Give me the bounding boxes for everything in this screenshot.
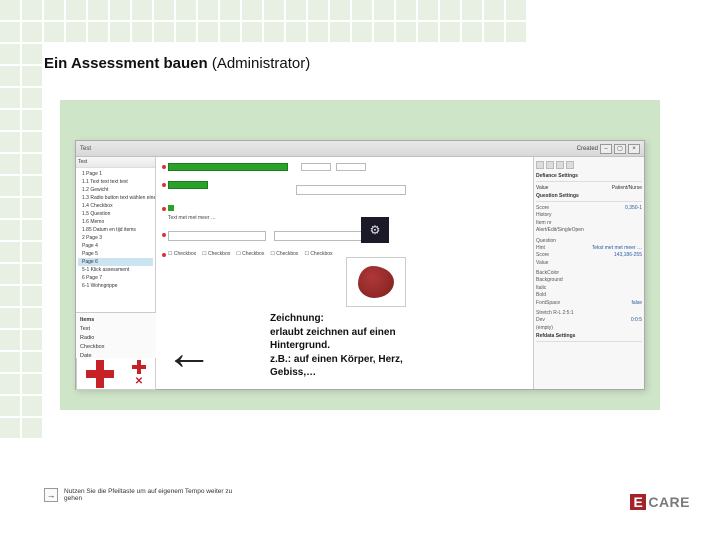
canvas-label: Text met met meer … <box>168 215 216 221</box>
checkbox-option[interactable]: Checkbox <box>168 251 196 257</box>
marker-icon <box>162 233 166 237</box>
property-row: History <box>536 212 642 219</box>
close-button[interactable]: × <box>628 144 640 154</box>
properties-toolbar <box>536 161 642 169</box>
minimize-button[interactable]: – <box>600 144 612 154</box>
property-row: Alert/Edit/SingleOpen <box>536 227 642 234</box>
redcross-icon <box>86 360 114 388</box>
marker-icon <box>162 207 166 211</box>
property-row: HintTekst met met meer … <box>536 244 642 251</box>
tree-item[interactable]: 1.5 Question <box>78 210 153 218</box>
titlebar-left: Test <box>80 146 91 152</box>
property-row: Score143,186-255 <box>536 252 642 259</box>
tree-item[interactable]: 1.1 Text text text text <box>78 178 153 186</box>
legend-swatch <box>168 205 174 211</box>
tree-item[interactable]: Page 4 <box>78 242 153 250</box>
properties-section-title: Question Settings <box>536 191 642 202</box>
marker-icon <box>162 183 166 187</box>
tree-item[interactable]: 1.85 Datum en tijd items <box>78 226 153 234</box>
checkbox-option[interactable]: Checkbox <box>236 251 264 257</box>
tree-panel: Test 1 Page 1 1.1 Text text text text 1.… <box>76 157 156 389</box>
tree-item[interactable]: Page 5 <box>78 250 153 258</box>
checkbox-option[interactable]: Checkbox <box>304 251 332 257</box>
tree-item[interactable]: 2 Page 3 <box>78 234 153 242</box>
redcross-icon <box>132 360 146 374</box>
titlebar: Test Created – ▢ × <box>76 141 644 157</box>
brand-rest: CARE <box>648 494 690 510</box>
maximize-button[interactable]: ▢ <box>614 144 626 154</box>
property-row: FontSpacefalse <box>536 299 642 306</box>
checkbox-option[interactable]: Checkbox <box>270 251 298 257</box>
properties-section-title: Defiance Settings <box>536 171 642 182</box>
toolbox-title: Items <box>78 315 154 324</box>
arrow-key-icon: → <box>44 488 58 502</box>
prop-tool-icon[interactable] <box>556 161 564 169</box>
property-row: Score0,350-1 <box>536 204 642 211</box>
callout-line: Gebiss,… <box>270 366 520 380</box>
tree-header: Test <box>76 157 155 168</box>
drawing-sample: ✕ <box>76 358 156 390</box>
gear-icon: ⚙ <box>370 223 381 237</box>
tree-item[interactable]: 1.2 Gewicht <box>78 186 153 194</box>
brand-e: E <box>630 494 646 510</box>
property-row: Stretch R-L 2:5:1 <box>536 309 642 316</box>
progress-bar <box>168 163 288 171</box>
properties-panel: Defiance Settings Value Patient/Nurse Qu… <box>534 157 644 389</box>
callout-line: erlaubt zeichnen auf einen <box>270 326 520 340</box>
property-row: Dev0:0:5 <box>536 317 642 324</box>
page-title-light: (Administrator) <box>212 55 310 72</box>
brand-logo: ECARE <box>630 494 690 510</box>
property-row: BackColor <box>536 269 642 276</box>
property-row: Question <box>536 237 642 244</box>
titlebar-right: Created <box>577 146 598 152</box>
callout-text: Zeichnung: erlaubt zeichnen auf einen Hi… <box>270 312 520 380</box>
callout-line: z.B.: auf einen Körper, Herz, <box>270 353 520 367</box>
callout-arrow-icon: ← <box>165 330 213 378</box>
tree-item[interactable]: 6 Page 7 <box>78 274 153 282</box>
property-row: Background <box>536 277 642 284</box>
footer-hint-text: Nutzen Sie die Pfeiltaste um auf eigenem… <box>64 488 234 502</box>
prop-tool-icon[interactable] <box>546 161 554 169</box>
heart-icon <box>358 266 394 298</box>
toolbox-item-checkbox[interactable]: Checkbox <box>78 342 154 351</box>
page-title-bold: Ein Assessment bauen <box>44 55 208 72</box>
tree-item[interactable]: 5-1 Klick assessment <box>78 266 153 274</box>
tree-item[interactable]: 1.6 Memo <box>78 218 153 226</box>
tree-item[interactable]: 6-1 Wohngrippe <box>78 282 153 290</box>
marker-icon <box>162 165 166 169</box>
footer-hint: → Nutzen Sie die Pfeiltaste um auf eigen… <box>44 488 234 502</box>
callout-line: Hintergrund. <box>270 339 520 353</box>
value-box <box>301 163 331 171</box>
callout-line: Zeichnung: <box>270 312 520 326</box>
tree-item[interactable]: Page 6 <box>78 258 153 266</box>
prop-tool-icon[interactable] <box>536 161 544 169</box>
property-row: Item nr <box>536 219 642 226</box>
properties-tab[interactable]: Patient/Nurse <box>612 185 642 191</box>
toolbox-item-text[interactable]: Text <box>78 324 154 333</box>
progress-bar <box>168 181 208 189</box>
properties-tabs: Value Patient/Nurse <box>536 184 642 191</box>
property-row: Bold <box>536 292 642 299</box>
property-row: Italic <box>536 284 642 291</box>
toolbox-item-radio[interactable]: Radio <box>78 333 154 342</box>
marker-icon <box>162 253 166 257</box>
delete-icon[interactable]: ✕ <box>135 376 143 387</box>
properties-section-title: Refdata Settings <box>536 331 642 342</box>
drawing-preview[interactable] <box>346 257 406 307</box>
text-field[interactable] <box>168 231 266 241</box>
properties-tab[interactable]: Value <box>536 185 548 191</box>
tree-item[interactable]: 1.4 Checkbox <box>78 202 153 210</box>
checkbox-option[interactable]: Checkbox <box>202 251 230 257</box>
settings-tile[interactable]: ⚙ <box>361 217 389 243</box>
tree-item[interactable]: 1.3 Radio button text wählen eines <box>78 194 153 202</box>
property-row: (empty) <box>536 324 642 331</box>
text-field[interactable] <box>296 185 406 195</box>
prop-tool-icon[interactable] <box>566 161 574 169</box>
property-row: Value <box>536 259 642 266</box>
checkbox-row: Checkbox Checkbox Checkbox Checkbox Chec… <box>168 251 333 257</box>
tree-item[interactable]: 1 Page 1 <box>78 170 153 178</box>
page-title: Ein Assessment bauen (Administrator) <box>44 55 310 72</box>
text-field[interactable] <box>274 231 372 241</box>
value-box <box>336 163 366 171</box>
